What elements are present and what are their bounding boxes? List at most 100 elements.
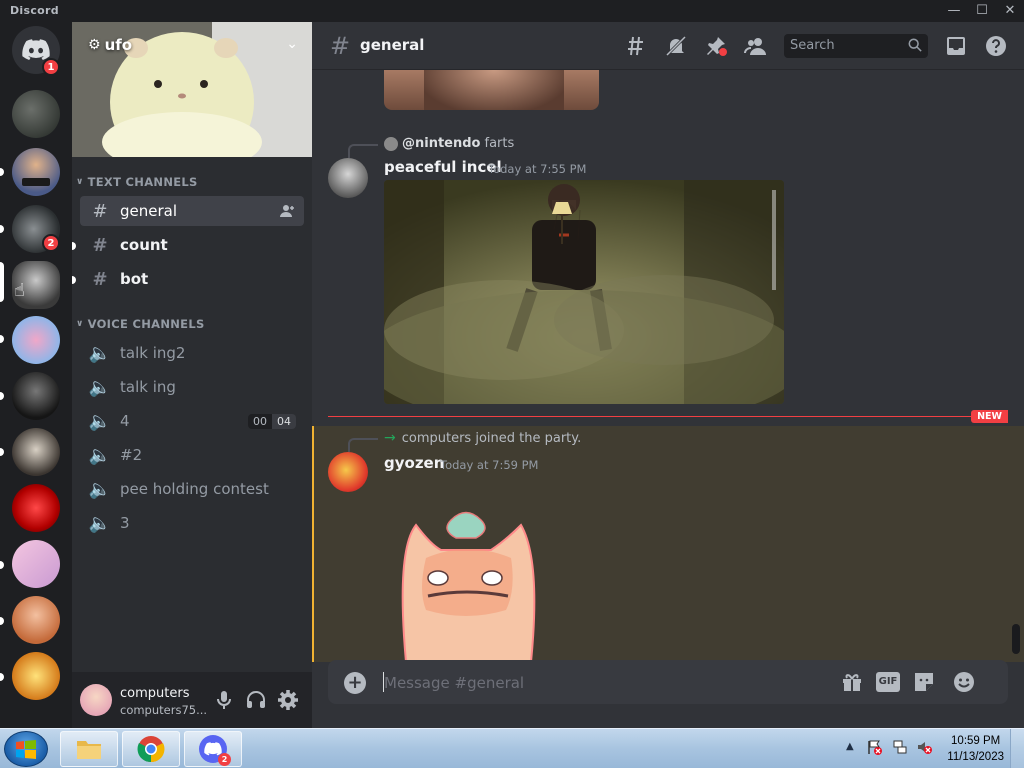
voice-user-count: 00 04 — [248, 413, 296, 429]
new-badge: NEW — [971, 410, 1008, 423]
taskbar-chrome[interactable] — [122, 731, 180, 767]
avatar[interactable] — [80, 684, 112, 716]
close-button[interactable]: ✕ — [996, 2, 1024, 20]
unread-indicator — [0, 448, 4, 456]
microphone-icon[interactable] — [212, 688, 236, 712]
unread-indicator — [0, 225, 4, 233]
search-icon — [908, 38, 922, 52]
voice-channel[interactable]: 🔈 talk ing — [80, 372, 304, 402]
folder-icon — [77, 741, 101, 759]
speaker-icon: 🔈 — [88, 376, 112, 398]
taskbar-clock[interactable]: 10:59 PM 11/13/2023 — [947, 733, 1004, 765]
gif-attachment[interactable] — [384, 180, 784, 404]
start-button[interactable] — [4, 731, 48, 767]
scroll-thumb[interactable] — [1012, 624, 1020, 654]
message-author[interactable]: peaceful incel — [384, 158, 502, 176]
gift-icon[interactable] — [840, 670, 864, 694]
server-icon[interactable] — [12, 484, 60, 532]
text-channel-icon: # — [92, 234, 108, 256]
chat-area: # general Search @nintendo farts peacefu… — [312, 22, 1024, 728]
message-input[interactable] — [384, 672, 784, 694]
unread-indicator — [0, 673, 4, 681]
server-icon[interactable] — [12, 316, 60, 364]
taskbar-discord[interactable]: 2 — [184, 731, 242, 767]
message-author[interactable]: gyozen — [384, 454, 444, 472]
taskbar-explorer[interactable] — [60, 731, 118, 767]
chevron-down-icon[interactable]: ⌄ — [286, 36, 298, 52]
user-name[interactable]: computers — [120, 686, 189, 701]
discord-logo-icon: 2 — [199, 735, 231, 766]
speaker-icon: 🔈 — [88, 512, 112, 534]
unread-indicator — [0, 617, 4, 625]
member-list-icon[interactable] — [744, 34, 768, 58]
previous-media-attachment[interactable] — [384, 70, 599, 110]
headphones-icon[interactable] — [244, 688, 268, 712]
channel-sidebar: ⚙ ufo ⌄ ∨ TEXT CHANNELS # general # coun… — [72, 22, 312, 728]
speaker-icon: 🔈 — [88, 410, 112, 432]
text-channel-icon: # — [330, 32, 351, 60]
chevron-down-icon: ∨ — [76, 319, 84, 329]
server-rail: 1 2 ☝ — [0, 22, 72, 728]
voice-channel[interactable]: 🔈 #2 — [80, 440, 304, 470]
unread-indicator — [0, 561, 4, 569]
title-bar: Discord — ☐ ✕ — [0, 0, 1024, 22]
reply-reference[interactable]: @nintendo farts — [384, 136, 514, 151]
server-icon[interactable] — [12, 652, 60, 700]
category-text-channels[interactable]: ∨ TEXT CHANNELS — [76, 175, 198, 189]
notification-bell-muted-icon[interactable] — [664, 34, 688, 58]
system-message: → computers joined the party. — [384, 430, 582, 446]
voice-channel[interactable]: 🔈 talk ing2 — [80, 338, 304, 368]
taskbar-badge: 2 — [218, 753, 231, 766]
attach-plus-button[interactable]: + — [344, 672, 366, 694]
scrollbar[interactable] — [1012, 70, 1020, 662]
avatar[interactable] — [328, 452, 368, 492]
show-hidden-icons-icon[interactable]: ▲ — [846, 741, 854, 752]
action-center-flag-icon[interactable] — [866, 739, 882, 755]
emoji-icon[interactable] — [952, 670, 976, 694]
category-voice-channels[interactable]: ∨ VOICE CHANNELS — [76, 317, 205, 331]
server-icon[interactable] — [12, 540, 60, 588]
network-icon[interactable] — [892, 739, 908, 755]
voice-channel[interactable]: 🔈 pee holding contest — [80, 474, 304, 504]
help-icon[interactable] — [984, 34, 1008, 58]
channel-count[interactable]: # count — [80, 230, 304, 260]
text-channel-icon: # — [92, 268, 108, 290]
server-name[interactable]: ⚙ ufo — [88, 36, 132, 54]
channel-bot[interactable]: # bot — [80, 264, 304, 294]
app-name: Discord — [10, 4, 59, 17]
server-icon[interactable] — [12, 148, 60, 196]
sticker-icon[interactable] — [912, 670, 936, 694]
minimize-button[interactable]: — — [940, 2, 968, 20]
message-timestamp: Today at 7:55 PM — [488, 162, 587, 176]
cursor-hand-icon: ☝ — [14, 280, 25, 301]
inbox-icon[interactable] — [944, 34, 968, 58]
sticker-image[interactable] — [396, 510, 536, 662]
search-input[interactable]: Search — [784, 34, 928, 58]
join-arrow-icon: → — [384, 430, 396, 446]
speaker-icon: 🔈 — [88, 444, 112, 466]
threads-icon[interactable] — [624, 34, 648, 58]
gif-image — [384, 180, 784, 404]
server-banner: ⚙ ufo ⌄ — [72, 22, 312, 157]
server-icon[interactable] — [12, 372, 60, 420]
user-tag: computers75... — [120, 703, 208, 717]
avatar[interactable] — [328, 158, 368, 198]
server-icon[interactable] — [12, 90, 60, 138]
system-connector — [348, 438, 378, 452]
gif-button[interactable]: GIF — [876, 672, 900, 692]
server-icon[interactable] — [12, 596, 60, 644]
message-composer: + GIF — [328, 660, 1008, 704]
server-icon[interactable] — [12, 428, 60, 476]
add-member-icon[interactable] — [280, 204, 296, 218]
voice-channel[interactable]: 🔈 4 00 04 — [80, 406, 304, 436]
chrome-icon — [137, 736, 165, 763]
reply-avatar — [384, 136, 398, 151]
channel-header: # general Search — [312, 22, 1024, 70]
pin-icon[interactable] — [704, 34, 728, 58]
settings-gear-icon[interactable] — [276, 688, 300, 712]
voice-channel[interactable]: 🔈 3 — [80, 508, 304, 538]
show-desktop-button[interactable] — [1010, 729, 1024, 768]
maximize-button[interactable]: ☐ — [968, 2, 996, 20]
volume-muted-icon[interactable] — [916, 739, 932, 755]
channel-general[interactable]: # general — [80, 196, 304, 226]
